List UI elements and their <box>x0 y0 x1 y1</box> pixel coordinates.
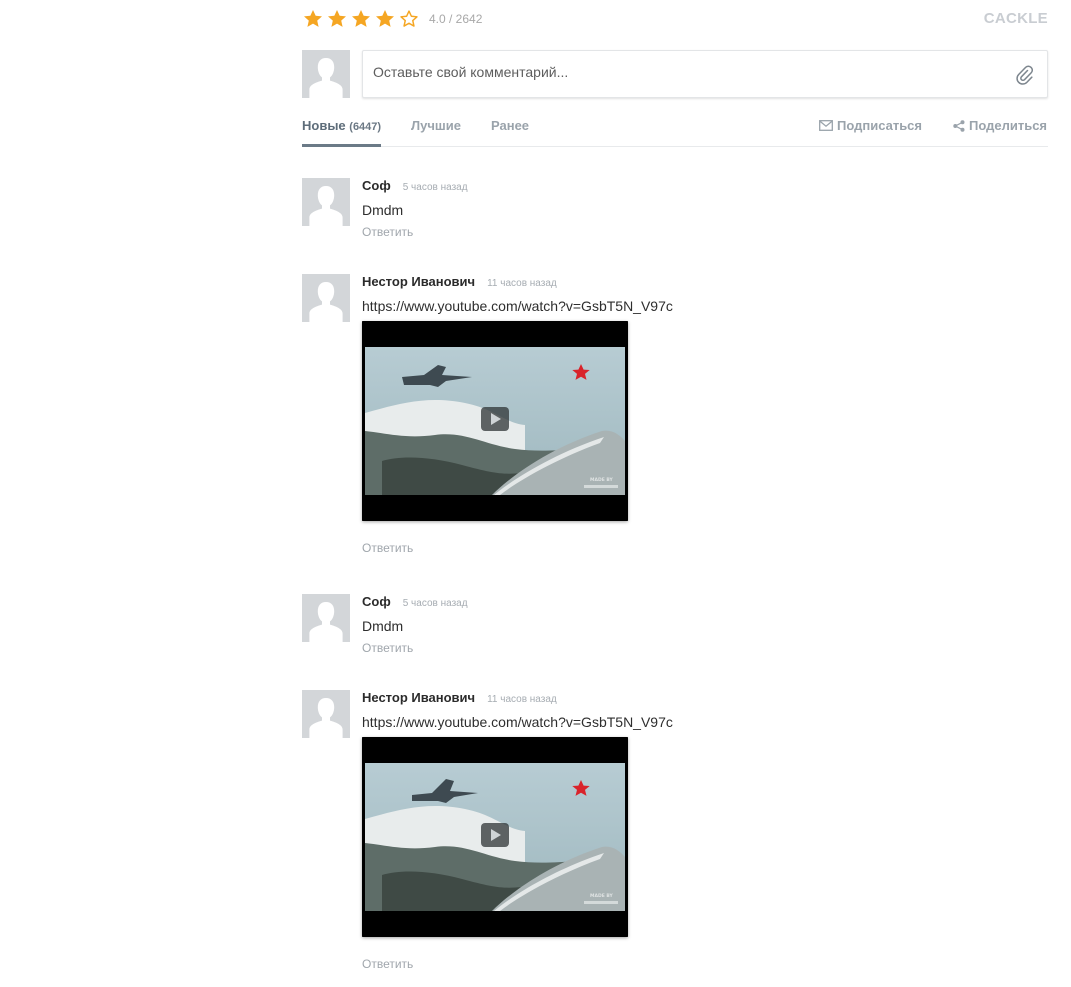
comments-widget: 4.0 / 2642 CACKLE Оставьте свой коммента… <box>302 0 1048 987</box>
tab-new[interactable]: Новые (6447) <box>302 118 381 133</box>
comment-time[interactable]: 11 часов назад <box>487 278 557 289</box>
brand-logo[interactable]: CACKLE <box>984 10 1048 27</box>
avatar-silhouette-icon <box>302 274 350 322</box>
tab-best[interactable]: Лучшие <box>411 118 461 133</box>
reply-link[interactable]: Ответить <box>362 225 413 239</box>
comment-input[interactable]: Оставьте свой комментарий... <box>362 50 1048 98</box>
comment-item: Соф 5 часов назад Dmdm Ответить <box>302 178 1048 248</box>
active-tab-indicator <box>302 144 381 147</box>
comment-time[interactable]: 11 часов назад <box>487 694 557 705</box>
comment-link[interactable]: https://www.youtube.com/watch?v=GsbT5N_V… <box>362 714 1048 730</box>
comment-body: Соф 5 часов назад Dmdm Ответить <box>362 594 1048 655</box>
envelope-icon <box>819 120 833 131</box>
video-thumbnail: MADE BY <box>362 737 628 937</box>
video-watermark: MADE BY <box>590 893 614 899</box>
comment-author[interactable]: Нестор Иванович <box>362 274 475 289</box>
reply-link[interactable]: Ответить <box>362 641 413 655</box>
comment-time[interactable]: 5 часов назад <box>403 598 468 609</box>
reply-link[interactable]: Ответить <box>362 957 413 971</box>
comment-header: Нестор Иванович 11 часов назад <box>362 690 1048 706</box>
video-thumbnail: MADE BY <box>362 321 628 521</box>
comment-input-placeholder: Оставьте свой комментарий... <box>373 64 569 80</box>
rating-stars[interactable] <box>302 8 420 30</box>
video-watermark: MADE BY <box>590 477 614 483</box>
comment-body: Соф 5 часов назад Dmdm Ответить <box>362 178 1048 239</box>
share-label: Поделиться <box>969 118 1048 133</box>
comment-item: Нестор Иванович 11 часов назад https://w… <box>302 690 1048 980</box>
comment-avatar[interactable] <box>302 274 350 322</box>
comment-avatar[interactable] <box>302 594 350 642</box>
comment-author[interactable]: Соф <box>362 594 391 609</box>
video-embed[interactable]: MADE BY <box>362 737 628 937</box>
rating-bar: 4.0 / 2642 <box>302 8 482 30</box>
share-button[interactable]: Поделиться <box>953 118 1047 133</box>
tab-new-label: Новые <box>302 118 346 133</box>
comment-tabs: Новые (6447) Лучшие Ранее Подписаться По… <box>302 108 1048 147</box>
comment-text: Dmdm <box>362 202 404 218</box>
comment-link[interactable]: https://www.youtube.com/watch?v=GsbT5N_V… <box>362 298 1048 314</box>
comment-author[interactable]: Соф <box>362 178 391 193</box>
comment-item: Нестор Иванович 11 часов назад https://w… <box>302 274 1048 564</box>
star-empty-icon[interactable] <box>398 8 420 30</box>
comment-avatar[interactable] <box>302 690 350 738</box>
comment-header: Соф 5 часов назад <box>362 178 1048 194</box>
comment-body: Нестор Иванович 11 часов назад https://w… <box>362 690 1048 971</box>
reply-link[interactable]: Ответить <box>362 541 413 555</box>
star-filled-icon[interactable] <box>350 8 372 30</box>
comment-body: Нестор Иванович 11 часов назад https://w… <box>362 274 1048 555</box>
tab-earlier[interactable]: Ранее <box>491 118 529 133</box>
avatar-silhouette-icon <box>302 178 350 226</box>
avatar-silhouette-icon <box>302 690 350 738</box>
avatar-silhouette-icon <box>302 594 350 642</box>
comment-header: Соф 5 часов назад <box>362 594 1048 610</box>
share-icon <box>953 119 965 132</box>
tab-new-count: (6447) <box>349 121 382 133</box>
avatar-silhouette-icon <box>302 50 350 98</box>
star-filled-icon[interactable] <box>374 8 396 30</box>
comment-item: Соф 5 часов назад Dmdm Ответить <box>302 594 1048 664</box>
comment-avatar[interactable] <box>302 178 350 226</box>
comment-author[interactable]: Нестор Иванович <box>362 690 475 705</box>
rating-summary: 4.0 / 2642 <box>429 12 483 26</box>
subscribe-label: Подписаться <box>837 118 923 133</box>
video-embed[interactable]: MADE BY <box>362 321 628 521</box>
comment-time[interactable]: 5 часов назад <box>403 182 468 193</box>
paperclip-icon[interactable] <box>1015 65 1033 85</box>
comment-header: Нестор Иванович 11 часов назад <box>362 274 1048 290</box>
user-avatar <box>302 50 350 98</box>
star-filled-icon[interactable] <box>326 8 348 30</box>
comment-text: Dmdm <box>362 618 404 634</box>
star-filled-icon[interactable] <box>302 8 324 30</box>
subscribe-button[interactable]: Подписаться <box>819 118 922 133</box>
